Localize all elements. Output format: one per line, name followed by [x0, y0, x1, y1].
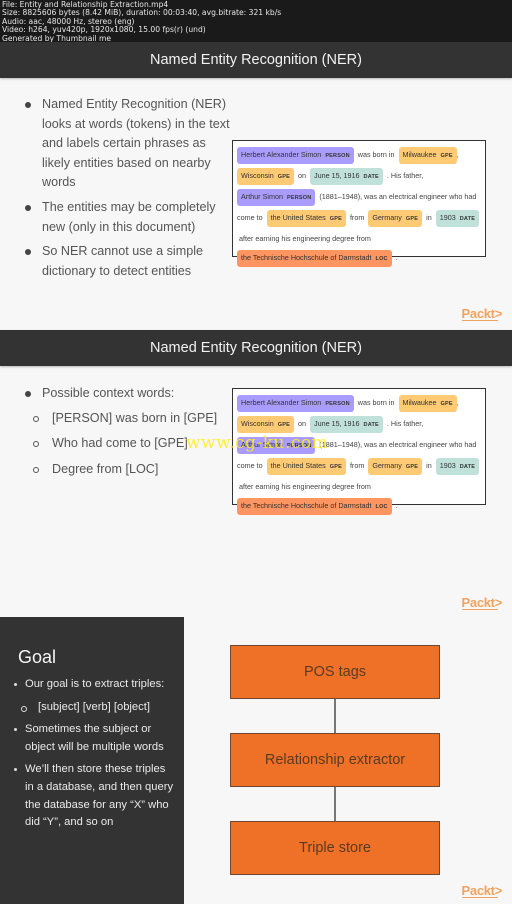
- entity-gpe: Germany GPE: [368, 210, 423, 227]
- bullet-item: Named Entity Recognition (NER) looks at …: [22, 95, 232, 193]
- flow-connector: [334, 699, 336, 733]
- packt-logo: Packt>: [461, 595, 502, 610]
- plain-text: in: [426, 213, 432, 222]
- plain-text: on: [297, 171, 306, 180]
- entity-gpe: the United States GPE: [266, 210, 346, 227]
- bullet-dot-icon: [25, 204, 31, 211]
- bullet-ring-icon: [33, 466, 39, 473]
- entity-person: Herbert Alexander Simon PERSON: [237, 147, 354, 164]
- entity-loc: the Technische Hochschule of Darmstadt LO…: [237, 498, 392, 516]
- goal-bullet-list: Our goal is to extract triples: [subject…: [14, 676, 174, 832]
- video-info-header: File: Entity and Relationship Extraction…: [0, 0, 512, 43]
- watermark-text: www.cg-ku.com: [186, 433, 329, 453]
- plain-text: from: [349, 213, 365, 222]
- entity-date: 1903 DATE: [435, 210, 480, 227]
- sub-bullet-item: [PERSON] was born in [GPE]: [22, 409, 232, 429]
- plain-text: ,: [456, 150, 459, 159]
- sub-bullet-item: [subject] [verb] [object]: [18, 699, 174, 717]
- bullet-item: Sometimes the subject or object will be …: [14, 721, 174, 756]
- bullet-item: We’ll then store these triples in a data…: [14, 761, 174, 831]
- plain-text: after earning his engineering degree fro…: [239, 234, 371, 243]
- bullet-dot-icon: [14, 683, 17, 686]
- entity-gpe: Wisconsin GPE: [237, 416, 294, 433]
- entity-person: Arthur Simon PERSON: [237, 189, 316, 206]
- entity-gpe: Germany GPE: [368, 458, 423, 475]
- packt-logo: Packt>: [461, 883, 502, 898]
- plain-text: was born in: [357, 150, 395, 159]
- slide-title: Named Entity Recognition (NER): [0, 42, 512, 78]
- flow-box-pos-tags: POS tags: [230, 645, 440, 699]
- plain-text: from: [349, 461, 365, 470]
- sub-bullet-item: Degree from [LOC]: [22, 460, 232, 480]
- bullet-dot-icon: [25, 249, 31, 256]
- goal-title: Goal: [18, 647, 57, 667]
- plain-text: after earning his engineering degree fro…: [239, 482, 371, 491]
- goal-panel: Goal Our goal is to extract triples: [su…: [0, 617, 184, 904]
- slide-frame-2: Named Entity Recognition (NER) Possible …: [0, 330, 512, 617]
- plain-text: was born in: [357, 398, 395, 407]
- flow-connector: [334, 787, 336, 821]
- plain-text: .: [395, 501, 398, 511]
- bullet-ring-icon: [33, 441, 39, 448]
- bullet-list: Named Entity Recognition (NER) looks at …: [22, 95, 232, 286]
- entity-loc: the Technische Hochschule of Darmstadt LO…: [237, 250, 392, 268]
- bullet-item: Our goal is to extract triples:: [14, 676, 174, 694]
- plain-text: on: [297, 419, 306, 428]
- bullet-item: Possible context words:: [22, 384, 232, 404]
- bullet-dot-icon: [14, 768, 17, 772]
- entity-gpe: Wisconsin GPE: [237, 168, 294, 185]
- bullet-dot-icon: [25, 102, 31, 108]
- entity-date: June 15, 1916 DATE: [309, 168, 383, 185]
- flow-box-triple-store: Triple store: [230, 821, 440, 875]
- slide-frame-3: Goal Our goal is to extract triples: [su…: [0, 617, 512, 904]
- plain-text: . His father,: [386, 171, 424, 180]
- bullet-ring-icon: [21, 705, 27, 712]
- entity-date: June 15, 1916 DATE: [309, 416, 383, 433]
- plain-text: . His father,: [386, 419, 424, 428]
- plain-text: in: [426, 461, 432, 470]
- slide-title: Named Entity Recognition (NER): [0, 330, 512, 366]
- plain-text: ,: [456, 398, 459, 407]
- bullet-ring-icon: [33, 415, 39, 422]
- packt-logo: Packt>: [461, 306, 502, 321]
- entity-date: 1903 DATE: [435, 458, 480, 475]
- entity-person: Herbert Alexander Simon PERSON: [237, 395, 354, 412]
- bullet-item: The entities may be completely new (only…: [22, 198, 232, 237]
- bullet-item: So NER cannot use a simple dictionary to…: [22, 242, 232, 281]
- slide-frame-1: Named Entity Recognition (NER) Named Ent…: [0, 42, 512, 330]
- bullet-dot-icon: [14, 728, 17, 732]
- entity-gpe: Milwaukee GPE: [398, 147, 457, 164]
- entity-gpe: the United States GPE: [266, 458, 346, 475]
- flow-box-relationship-extractor: Relationship extractor: [230, 733, 440, 787]
- bullet-dot-icon: [25, 391, 31, 397]
- ner-example-box: Herbert Alexander Simon PERSON was born i…: [232, 140, 486, 268]
- entity-gpe: Milwaukee GPE: [398, 395, 457, 412]
- plain-text: .: [395, 253, 398, 263]
